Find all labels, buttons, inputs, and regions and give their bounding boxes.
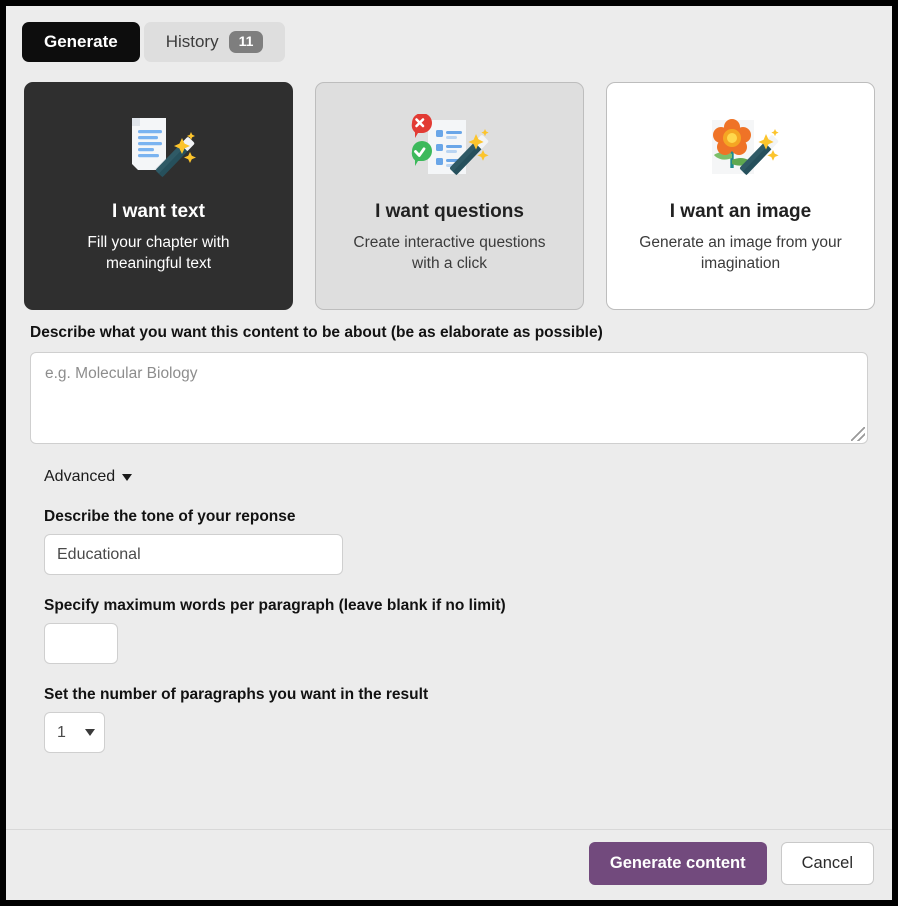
max-words-label: Specify maximum words per paragraph (lea… bbox=[44, 597, 506, 614]
card-title: I want text bbox=[112, 201, 205, 222]
card-subtitle: Generate an image from your imagination bbox=[639, 234, 842, 272]
max-words-field-group: Specify maximum words per paragraph (lea… bbox=[44, 597, 892, 664]
card-subtitle: Fill your chapter with meaningful text bbox=[87, 234, 230, 272]
generate-content-dialog: Generate History 11 I want text Fill you… bbox=[6, 6, 892, 900]
tab-generate-label: Generate bbox=[44, 32, 118, 51]
generate-form: Describe what you want this content to b… bbox=[6, 324, 892, 753]
generate-content-button[interactable]: Generate content bbox=[588, 842, 767, 885]
tab-bar: Generate History 11 bbox=[22, 22, 286, 62]
card-i-want-text[interactable]: I want text Fill your chapter with meani… bbox=[24, 82, 293, 310]
prompt-label: Describe what you want this content to b… bbox=[30, 324, 603, 341]
tone-input-value: Educational bbox=[57, 545, 141, 563]
paragraph-count-label: Set the number of paragraphs you want in… bbox=[44, 686, 429, 703]
generate-content-label: Generate content bbox=[609, 854, 746, 872]
tab-history[interactable]: History 11 bbox=[143, 22, 286, 62]
quiz-wand-icon bbox=[408, 109, 492, 195]
card-title: I want questions bbox=[375, 201, 524, 222]
max-words-input[interactable] bbox=[44, 623, 118, 664]
card-title: I want an image bbox=[669, 201, 812, 222]
advanced-toggle[interactable]: Advanced bbox=[44, 468, 133, 486]
card-i-want-an-image[interactable]: I want an image Generate an image from y… bbox=[606, 82, 875, 310]
tone-field-group: Describe the tone of your reponse Educat… bbox=[44, 508, 892, 575]
cancel-label: Cancel bbox=[801, 854, 853, 872]
chevron-down-icon bbox=[122, 473, 133, 481]
history-count-badge: 11 bbox=[228, 31, 264, 53]
advanced-label: Advanced bbox=[44, 468, 116, 485]
prompt-placeholder: e.g. Molecular Biology bbox=[45, 365, 198, 382]
tab-generate[interactable]: Generate bbox=[22, 22, 140, 62]
card-subtitle: Create interactive questions with a clic… bbox=[353, 234, 546, 272]
content-type-cards: I want text Fill your chapter with meani… bbox=[24, 82, 876, 310]
paragraph-count-select[interactable]: 1 bbox=[44, 712, 105, 753]
document-wand-icon bbox=[120, 109, 198, 195]
footer-divider bbox=[6, 829, 892, 830]
tab-history-label: History bbox=[165, 32, 219, 51]
tone-input[interactable]: Educational bbox=[44, 534, 343, 575]
prompt-textarea[interactable]: e.g. Molecular Biology bbox=[30, 352, 868, 444]
card-i-want-questions[interactable]: I want questions Create interactive ques… bbox=[315, 82, 584, 310]
chevron-down-icon bbox=[85, 729, 95, 736]
tone-label: Describe the tone of your reponse bbox=[44, 508, 296, 525]
textarea-resize-handle[interactable] bbox=[851, 427, 865, 441]
dialog-footer: Generate content Cancel bbox=[6, 842, 892, 885]
flower-wand-icon bbox=[700, 109, 782, 195]
paragraph-count-field-group: Set the number of paragraphs you want in… bbox=[44, 686, 892, 753]
cancel-button[interactable]: Cancel bbox=[780, 842, 874, 885]
paragraph-count-value: 1 bbox=[57, 723, 66, 741]
